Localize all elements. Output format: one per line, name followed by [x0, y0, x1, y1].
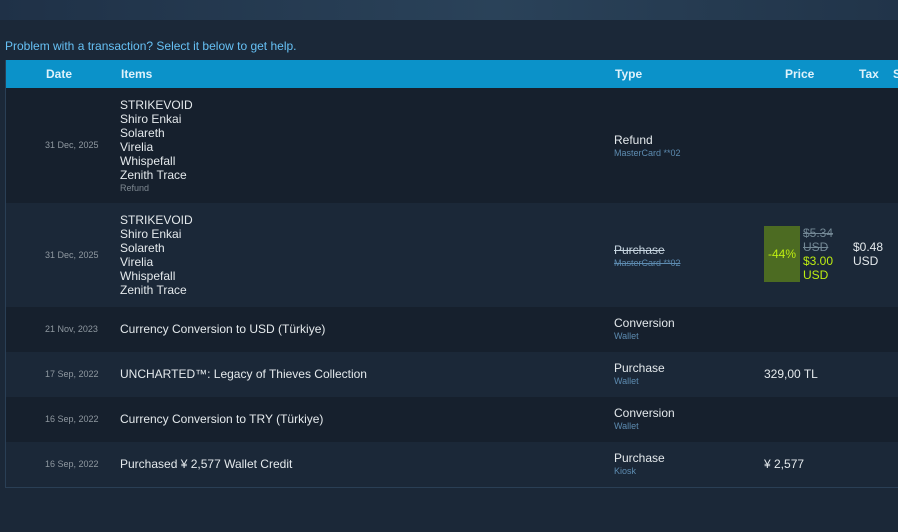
table-header: Date Items Type Price Tax S	[6, 60, 898, 88]
item-name: STRIKEVOID	[120, 98, 193, 112]
payment-method: Kiosk	[614, 466, 637, 476]
type-label: Purchase	[614, 243, 665, 257]
top-banner	[0, 0, 898, 20]
header-items[interactable]: Items	[121, 67, 152, 81]
item-sublabel: Refund	[120, 183, 150, 193]
row-type: Purchase Kiosk	[614, 452, 754, 477]
header-status[interactable]: S	[893, 67, 898, 81]
tax-amount: $0.48	[853, 240, 884, 254]
row-type: Purchase Wallet	[614, 362, 754, 387]
type-label: Purchase	[614, 451, 665, 465]
header-price[interactable]: Price	[785, 67, 814, 81]
row-type: Purchase MasterCard **02	[614, 244, 754, 269]
table-row[interactable]: 21 Nov, 2023 Currency Conversion to USD …	[6, 307, 898, 352]
row-price: ¥ 2,577	[764, 457, 805, 471]
original-price-currency: USD	[803, 240, 829, 254]
item-name: Solareth	[120, 241, 165, 255]
payment-method: Wallet	[614, 376, 639, 386]
table-row[interactable]: 17 Sep, 2022 UNCHARTED™: Legacy of Thiev…	[6, 352, 898, 397]
header-date[interactable]: Date	[46, 67, 72, 81]
discount-badge: -44%	[764, 226, 800, 282]
final-price: $3.00	[803, 254, 834, 268]
item-name: Whispefall	[120, 154, 176, 168]
purchase-history-table: Date Items Type Price Tax S 31 Dec, 2025…	[5, 60, 898, 488]
payment-method: Wallet	[614, 421, 639, 431]
transaction-help-link[interactable]: Problem with a transaction? Select it be…	[5, 39, 297, 53]
final-price-currency: USD	[803, 268, 829, 282]
row-tax: $0.48 USD	[853, 240, 898, 268]
type-label: Conversion	[614, 316, 675, 330]
tax-currency: USD	[853, 254, 879, 268]
payment-method: MasterCard **02	[614, 148, 681, 158]
original-price: $5.34	[803, 226, 834, 240]
row-price: 329,00 TL	[764, 367, 818, 381]
table-row[interactable]: 31 Dec, 2025 STRIKEVOID Shiro Enkai Sola…	[6, 88, 898, 203]
item-name: STRIKEVOID	[120, 213, 193, 227]
table-row[interactable]: 16 Sep, 2022 Currency Conversion to TRY …	[6, 397, 898, 442]
item-name: Solareth	[120, 126, 165, 140]
row-type: Conversion Wallet	[614, 317, 754, 342]
row-date: 31 Dec, 2025	[45, 140, 99, 150]
header-type[interactable]: Type	[615, 67, 642, 81]
payment-method: MasterCard **02	[614, 258, 681, 268]
item-name: Zenith Trace	[120, 168, 187, 182]
row-date: 16 Sep, 2022	[45, 459, 99, 469]
row-date: 21 Nov, 2023	[45, 324, 98, 334]
row-type: Refund MasterCard **02	[614, 134, 754, 159]
row-type: Conversion Wallet	[614, 407, 754, 432]
row-item: UNCHARTED™: Legacy of Thieves Collection	[120, 367, 367, 381]
type-label: Conversion	[614, 406, 675, 420]
price-stack: $5.34 USD $3.00 USD	[803, 226, 851, 282]
item-name: Zenith Trace	[120, 283, 187, 297]
type-label: Purchase	[614, 361, 665, 375]
row-items: STRIKEVOID Shiro Enkai Solareth Virelia …	[120, 213, 600, 297]
item-name: Shiro Enkai	[120, 227, 182, 241]
payment-method: Wallet	[614, 331, 639, 341]
row-date: 31 Dec, 2025	[45, 250, 99, 260]
row-date: 16 Sep, 2022	[45, 414, 99, 424]
row-item: Currency Conversion to TRY (Türkiye)	[120, 412, 324, 426]
item-name: Virelia	[120, 255, 154, 269]
table-row[interactable]: 16 Sep, 2022 Purchased ¥ 2,577 Wallet Cr…	[6, 442, 898, 487]
item-name: Virelia	[120, 140, 154, 154]
row-date: 17 Sep, 2022	[45, 369, 99, 379]
table-row[interactable]: 31 Dec, 2025 STRIKEVOID Shiro Enkai Sola…	[6, 203, 898, 307]
row-items: STRIKEVOID Shiro Enkai Solareth Virelia …	[120, 98, 600, 194]
item-name: Shiro Enkai	[120, 112, 182, 126]
row-item: Purchased ¥ 2,577 Wallet Credit	[120, 457, 293, 471]
type-label: Refund	[614, 133, 653, 147]
row-item: Currency Conversion to USD (Türkiye)	[120, 322, 326, 336]
header-tax[interactable]: Tax	[859, 67, 879, 81]
item-name: Whispefall	[120, 269, 176, 283]
